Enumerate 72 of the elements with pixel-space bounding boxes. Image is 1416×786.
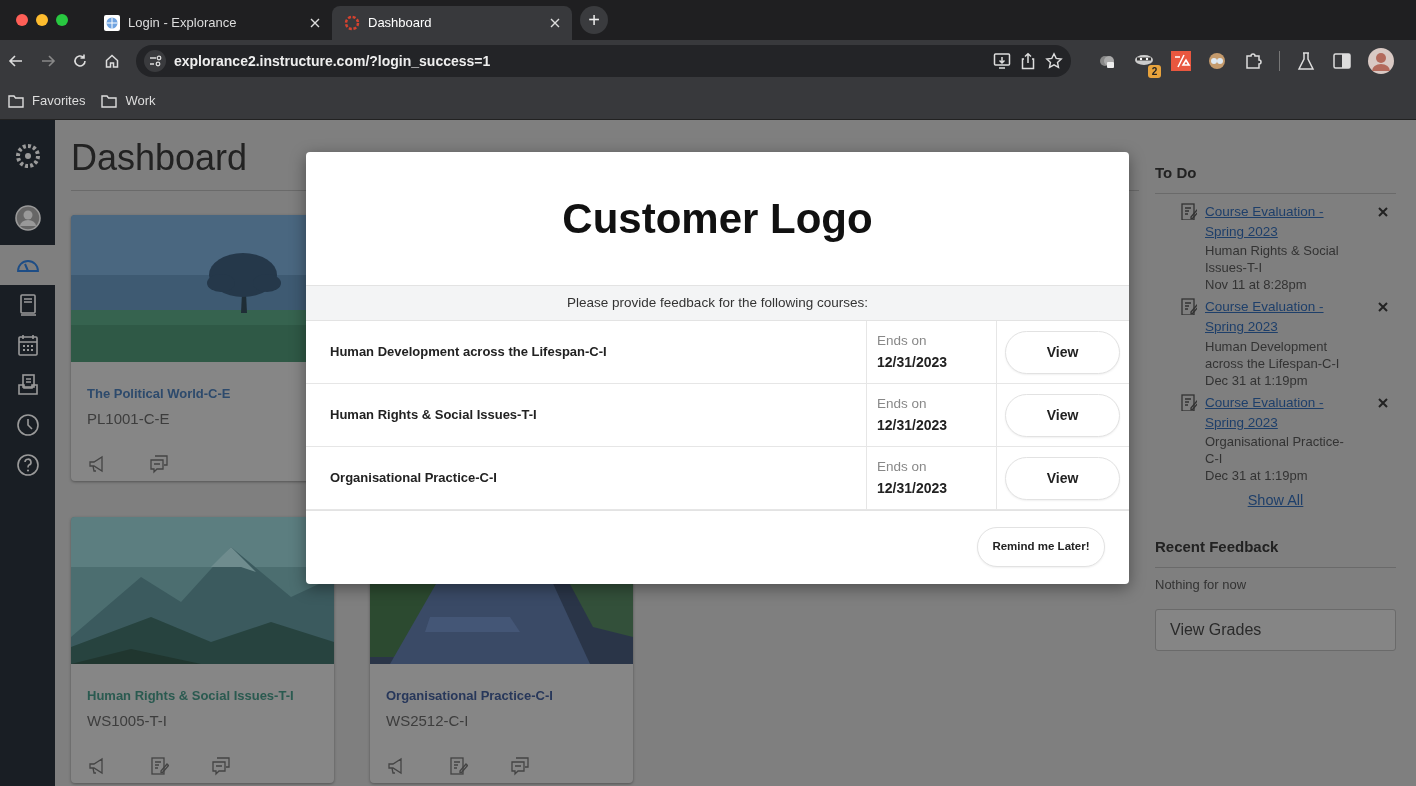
assignment-icon — [1179, 297, 1197, 315]
todo-link[interactable]: Course Evaluation - Spring 2023 — [1205, 392, 1355, 433]
end-date: 12/31/2023 — [877, 478, 949, 498]
install-icon[interactable] — [993, 52, 1011, 70]
remind-later-button[interactable]: Remind me Later! — [977, 526, 1105, 567]
view-button[interactable]: View — [1005, 330, 1120, 374]
course-name: Human Development across the Lifespan-C-I — [1205, 337, 1341, 372]
window-control-icon[interactable] — [36, 14, 48, 26]
avatar-icon[interactable] — [1368, 48, 1394, 74]
assignment-icon — [1179, 392, 1197, 411]
flask-icon[interactable] — [1296, 51, 1316, 71]
badge-count: 2 — [1148, 65, 1161, 78]
course-title[interactable]: Human Rights & Social Issues-T-I — [87, 686, 318, 706]
side-panel-icon[interactable] — [1332, 51, 1352, 71]
clock-icon — [14, 412, 41, 438]
discussion-icon[interactable] — [510, 756, 530, 776]
puzzle-icon[interactable] — [1243, 51, 1263, 71]
new-tab-button[interactable]: + — [580, 6, 608, 34]
globe-icon — [104, 15, 120, 31]
prompt-text: Please provide feedback for the following courses: — [567, 293, 868, 312]
section-heading: To Do — [1155, 162, 1396, 194]
share-icon[interactable] — [1019, 52, 1037, 70]
browser-tab[interactable]: Login - Explorance — [92, 6, 332, 40]
assignment-icon[interactable] — [149, 756, 169, 776]
course-code: WS2512-C-I — [386, 710, 470, 731]
end-date: 12/31/2023 — [877, 352, 949, 372]
view-button[interactable]: View — [1005, 456, 1120, 500]
reload-icon[interactable] — [72, 53, 88, 69]
forward-icon[interactable] — [40, 53, 56, 69]
empty-message: Nothing for now — [1155, 575, 1248, 593]
end-date-label: Ends on — [877, 395, 928, 414]
folder-icon — [101, 93, 118, 108]
home-icon[interactable] — [104, 53, 120, 69]
course-code: PL1001-C-E — [87, 408, 171, 429]
star-icon[interactable] — [1045, 52, 1063, 70]
discussion-icon[interactable] — [149, 454, 169, 474]
assignment-icon[interactable] — [448, 756, 468, 776]
course-code: WS1005-T-I — [87, 710, 169, 731]
course-card[interactable]: Human Rights & Social Issues-T-I WS1005-T-I — [71, 517, 334, 783]
address-bar[interactable]: explorance2.instructure.com/?login_success=1 — [136, 45, 1071, 77]
due-date: Nov 11 at 8:28pm — [1205, 276, 1308, 293]
account-icon — [14, 205, 41, 231]
end-date: 12/31/2023 — [877, 415, 949, 435]
end-date-label: Ends on — [877, 332, 928, 351]
page-title: Dashboard — [71, 136, 249, 180]
site-settings-icon[interactable] — [144, 50, 166, 72]
help-icon — [14, 452, 41, 478]
end-date-label: Ends on — [877, 458, 928, 477]
due-date: Dec 31 at 1:19pm — [1205, 467, 1309, 484]
course-name: Human Rights & Social Issues-T-I — [1205, 242, 1340, 276]
window-control-icon[interactable] — [56, 14, 68, 26]
extension-icon[interactable] — [1207, 51, 1227, 71]
browser-tab[interactable]: Dashboard — [332, 6, 572, 40]
ring-logo-icon — [14, 143, 41, 169]
window-control-icon[interactable] — [16, 14, 28, 26]
customer-logo: Customer Logo — [562, 194, 873, 244]
course-name: Organisational Practice-C-I — [1205, 433, 1345, 467]
bookmark-folder[interactable]: Work — [101, 90, 156, 111]
bookmark-folder[interactable]: Favorites — [8, 90, 86, 111]
section-heading: Recent Feedback — [1155, 536, 1396, 568]
view-button[interactable]: View — [1005, 393, 1120, 437]
ring-logo-icon — [344, 15, 360, 31]
view-grades-button[interactable]: View Grades — [1155, 608, 1396, 651]
todo-link[interactable]: Course Evaluation - Spring 2023 — [1205, 201, 1355, 242]
folder-icon — [8, 93, 24, 108]
todo-link[interactable]: Course Evaluation - Spring 2023 — [1205, 297, 1355, 338]
course-title[interactable]: Organisational Practice-C-I — [386, 686, 617, 706]
show-all-link[interactable]: Show All — [1247, 492, 1304, 508]
back-icon[interactable] — [8, 53, 24, 69]
assignment-icon — [1179, 201, 1197, 220]
discussion-icon[interactable] — [211, 756, 231, 776]
due-date: Dec 31 at 1:19pm — [1205, 371, 1309, 389]
